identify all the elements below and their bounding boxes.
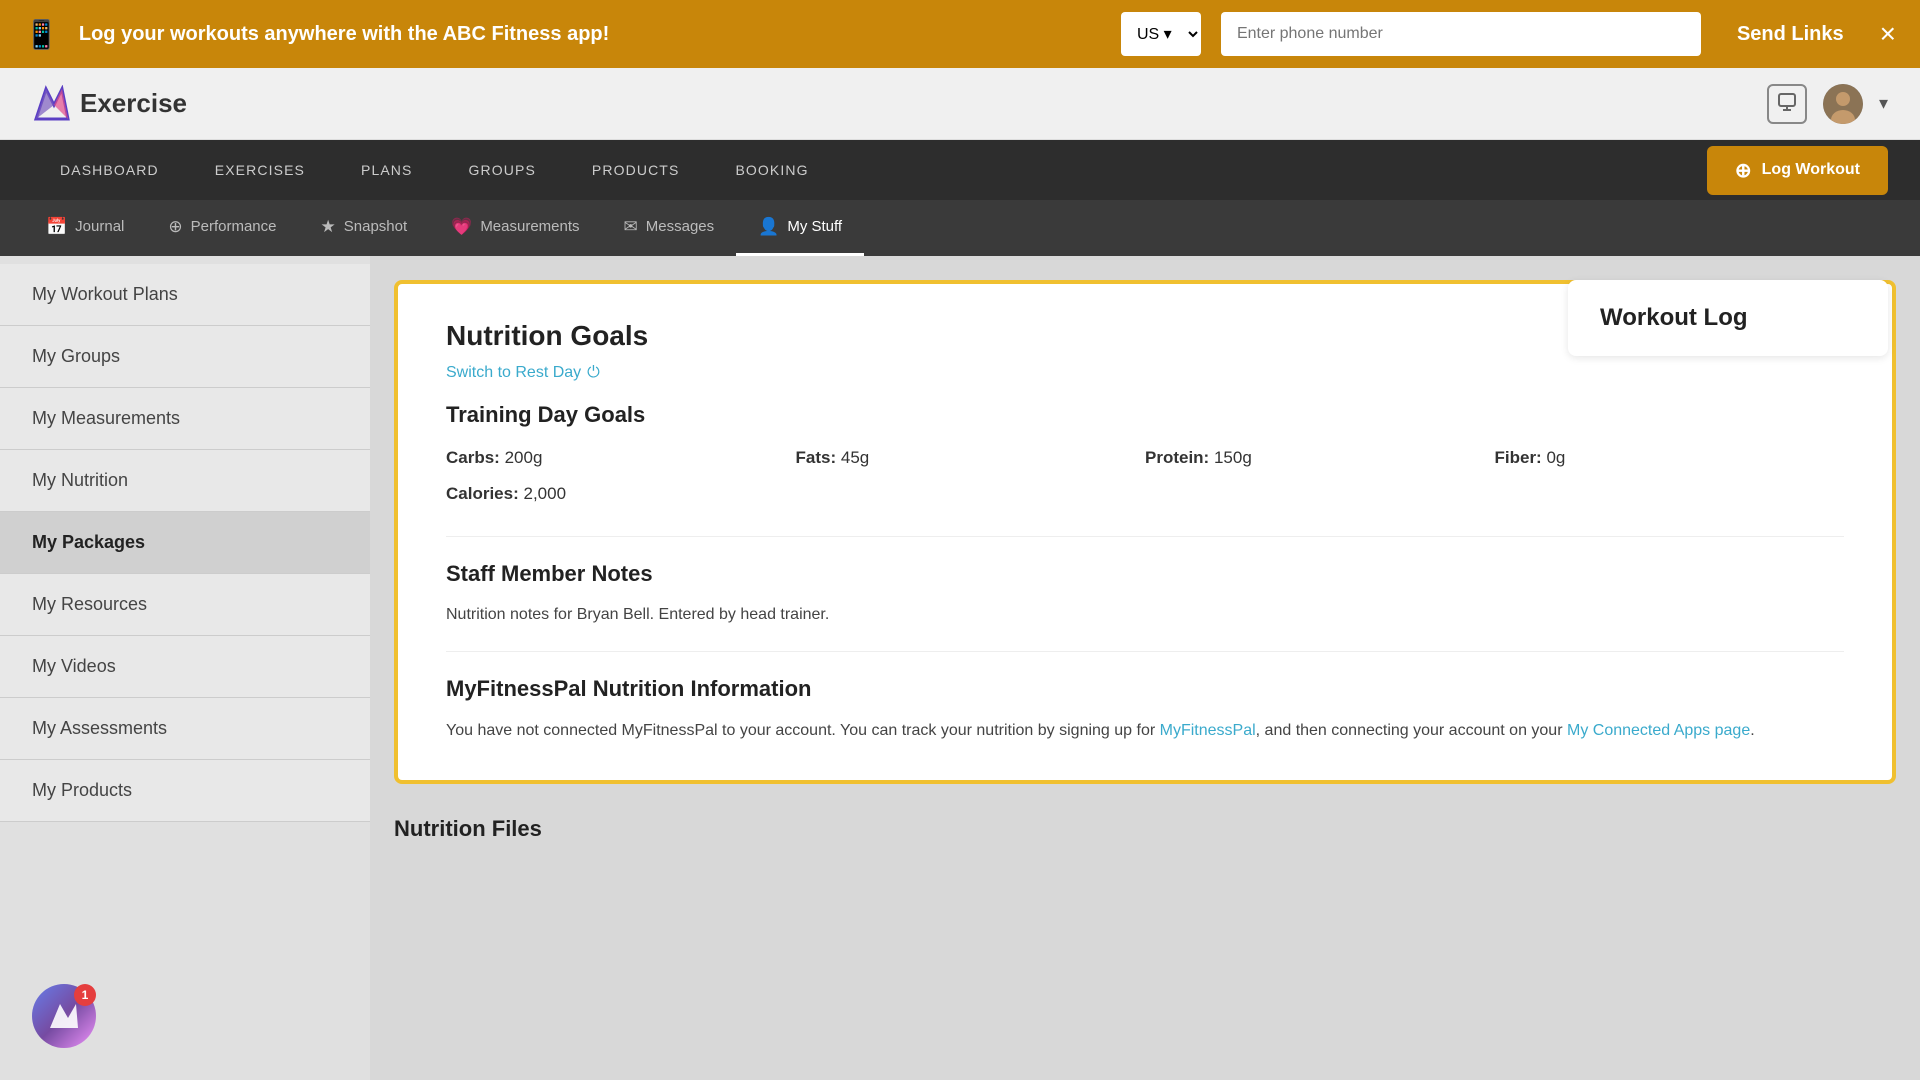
mfp-section: MyFitnessPal Nutrition Information You h… — [446, 651, 1844, 744]
nutrition-files-title: Nutrition Files — [394, 816, 1896, 842]
training-day-title: Training Day Goals — [446, 402, 1844, 428]
sidebar-item-measurements[interactable]: My Measurements — [0, 388, 370, 450]
workout-log-card: Workout Log — [1568, 280, 1888, 356]
sidebar-item-videos[interactable]: My Videos — [0, 636, 370, 698]
nav-booking[interactable]: BOOKING — [707, 140, 836, 200]
nav-groups[interactable]: GROUPS — [441, 140, 564, 200]
toggle-icon: ⏻ — [587, 364, 600, 382]
performance-icon: ⊕ — [168, 217, 182, 237]
sidebar-item-resources[interactable]: My Resources — [0, 574, 370, 636]
notification-icon — [48, 1000, 80, 1032]
staff-notes-text: Nutrition notes for Bryan Bell. Entered … — [446, 603, 1844, 627]
sidebar-item-assessments[interactable]: My Assessments — [0, 698, 370, 760]
mfp-link[interactable]: MyFitnessPal — [1160, 722, 1256, 739]
header-right: ▾ — [1767, 84, 1888, 124]
main-content: Nutrition Goals Switch to Rest Day ⏻ Tra… — [370, 256, 1920, 1080]
nav-items: DASHBOARD EXERCISES PLANS GROUPS PRODUCT… — [32, 140, 1707, 200]
switch-rest-day-link[interactable]: Switch to Rest Day ⏻ — [446, 364, 1844, 382]
user-dropdown-button[interactable]: ▾ — [1879, 93, 1888, 114]
phone-input[interactable] — [1221, 12, 1701, 56]
tab-journal[interactable]: 📅 Journal — [24, 200, 146, 256]
protein-item: Protein: 150g — [1145, 448, 1495, 468]
logo-text: Exercise — [80, 88, 187, 119]
macros-row: Carbs: 200g Fats: 45g Protein: 150g Fibe… — [446, 448, 1844, 468]
sidebar: My Workout Plans My Groups My Measuremen… — [0, 256, 370, 1080]
snapshot-icon: ★ — [321, 217, 336, 237]
country-select[interactable]: US ▾ — [1121, 12, 1201, 56]
logo-icon — [32, 85, 70, 123]
journal-icon: 📅 — [46, 217, 67, 237]
content-area: My Workout Plans My Groups My Measuremen… — [0, 256, 1920, 1080]
sidebar-item-groups[interactable]: My Groups — [0, 326, 370, 388]
mfp-title: MyFitnessPal Nutrition Information — [446, 676, 1844, 702]
fiber-item: Fiber: 0g — [1495, 448, 1845, 468]
sub-nav: 📅 Journal ⊕ Performance ★ Snapshot 💗 Mea… — [0, 200, 1920, 256]
tab-messages[interactable]: ✉ Messages — [602, 200, 737, 256]
fats-item: Fats: 45g — [796, 448, 1146, 468]
connected-apps-link[interactable]: My Connected Apps page — [1567, 722, 1750, 739]
sidebar-item-nutrition[interactable]: My Nutrition — [0, 450, 370, 512]
plus-circle-icon: ⊕ — [1735, 158, 1752, 183]
divider-2 — [446, 651, 1844, 652]
monitor-button[interactable] — [1767, 84, 1807, 124]
notification-count: 1 — [74, 984, 96, 1006]
phone-icon: 📱 — [24, 18, 59, 51]
nav-products[interactable]: PRODUCTS — [564, 140, 708, 200]
mfp-text: You have not connected MyFitnessPal to y… — [446, 718, 1844, 744]
tab-snapshot[interactable]: ★ Snapshot — [299, 200, 430, 256]
notification-badge[interactable]: 1 — [32, 984, 96, 1048]
header: Exercise ▾ — [0, 68, 1920, 140]
logo-area: Exercise — [32, 85, 187, 123]
messages-icon: ✉ — [624, 217, 638, 237]
sidebar-item-workout-plans[interactable]: My Workout Plans — [0, 264, 370, 326]
close-banner-button[interactable]: × — [1880, 18, 1896, 50]
sidebar-item-packages[interactable]: My Packages — [0, 512, 370, 574]
tab-measurements[interactable]: 💗 Measurements — [429, 200, 601, 256]
sidebar-item-products[interactable]: My Products — [0, 760, 370, 822]
divider-1 — [446, 536, 1844, 537]
workout-log-title: Workout Log — [1600, 304, 1856, 332]
my-stuff-icon: 👤 — [758, 217, 779, 237]
top-banner: 📱 Log your workouts anywhere with the AB… — [0, 0, 1920, 68]
measurements-icon: 💗 — [451, 217, 472, 237]
tab-performance[interactable]: ⊕ Performance — [146, 200, 298, 256]
staff-notes-title: Staff Member Notes — [446, 561, 1844, 587]
tab-my-stuff[interactable]: 👤 My Stuff — [736, 200, 864, 256]
nav-exercises[interactable]: EXERCISES — [187, 140, 333, 200]
nav-dashboard[interactable]: DASHBOARD — [32, 140, 187, 200]
log-workout-button[interactable]: ⊕ Log Workout — [1707, 146, 1888, 195]
banner-text: Log your workouts anywhere with the ABC … — [79, 23, 1101, 46]
calories-row: Calories: 2,000 — [446, 484, 1844, 504]
send-links-button[interactable]: Send Links — [1721, 15, 1860, 54]
carbs-item: Carbs: 200g — [446, 448, 796, 468]
avatar — [1823, 84, 1863, 124]
main-nav: DASHBOARD EXERCISES PLANS GROUPS PRODUCT… — [0, 140, 1920, 200]
nav-plans[interactable]: PLANS — [333, 140, 441, 200]
